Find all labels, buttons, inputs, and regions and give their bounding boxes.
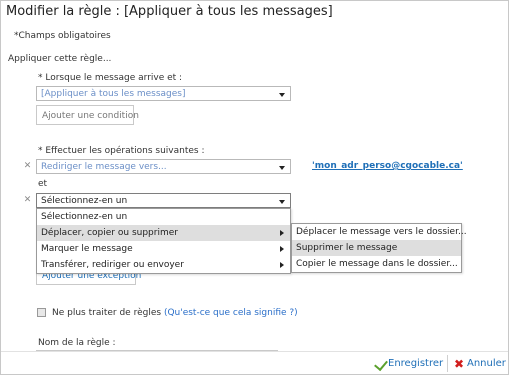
chevron-right-icon: [280, 230, 284, 236]
chevron-down-icon: [279, 166, 285, 170]
menu-item-mark-message[interactable]: Marquer le message: [37, 241, 290, 257]
chevron-right-icon: [280, 262, 284, 268]
action2-select[interactable]: Sélectionnez-en un: [36, 193, 291, 208]
add-condition-button[interactable]: Ajouter une condition: [36, 105, 139, 125]
condition-select-value: [Appliquer à tous les messages]: [41, 89, 186, 99]
menu-item-select-one[interactable]: Sélectionnez-en un: [37, 209, 290, 225]
footer-divider: [447, 355, 448, 372]
condition-label: * Lorsque le message arrive et :: [38, 73, 183, 83]
submenu-item-delete-message[interactable]: Supprimer le message: [292, 240, 461, 256]
submenu-item-move-to-folder[interactable]: Déplacer le message vers le dossier...: [292, 224, 467, 240]
check-icon: [374, 356, 388, 372]
action2-select-value: Sélectionnez-en un: [41, 196, 128, 206]
dialog-footer: Enregistrer ✖ Annuler: [1, 351, 508, 374]
remove-action-icon[interactable]: ✕: [23, 162, 32, 171]
menu-item-label: Marquer le message: [41, 244, 133, 254]
action-dropdown-menu: Sélectionnez-en un Déplacer, copier ou s…: [36, 208, 291, 274]
action1-select[interactable]: Rediriger le message vers...: [36, 159, 291, 174]
actions-label: * Effectuer les opérations suivantes :: [38, 146, 205, 156]
menu-item-label: Transférer, rediriger ou envoyer: [41, 260, 184, 270]
help-link[interactable]: (Qu'est-ce que cela signifie ?): [164, 308, 298, 318]
action1-select-value: Rediriger le message vers...: [41, 162, 167, 172]
cancel-icon: ✖: [454, 357, 465, 371]
dialog-title: Modifier la règle : [Appliquer à tous le…: [6, 4, 333, 19]
rule-dialog: Modifier la règle : [Appliquer à tous le…: [0, 0, 509, 375]
chevron-down-icon: [279, 200, 285, 204]
remove-action-icon[interactable]: ✕: [23, 196, 32, 205]
required-fields-note: *Champs obligatoires: [14, 31, 111, 41]
move-copy-delete-submenu: Déplacer le message vers le dossier... S…: [291, 223, 467, 273]
condition-select[interactable]: [Appliquer à tous les messages]: [36, 86, 291, 101]
submenu-item-copy-to-folder[interactable]: Copier le message dans le dossier...: [292, 256, 461, 272]
chevron-down-icon: [279, 93, 285, 97]
chevron-right-icon: [280, 246, 284, 252]
rule-name-label: Nom de la règle :: [38, 338, 116, 348]
menu-item-move-copy-delete[interactable]: Déplacer, copier ou supprimer: [37, 225, 290, 241]
apply-rule-heading: Appliquer cette règle...: [8, 54, 112, 64]
menu-item-forward-redirect-send[interactable]: Transférer, rediriger ou envoyer: [37, 257, 290, 273]
and-label: et: [38, 179, 48, 189]
menu-item-label: Déplacer, copier ou supprimer: [41, 228, 178, 238]
stop-processing-label: Ne plus traiter de règles (Qu'est-ce que…: [52, 308, 298, 318]
stop-processing-text: Ne plus traiter de règles: [52, 308, 162, 318]
cancel-button[interactable]: Annuler: [467, 358, 506, 369]
save-button[interactable]: Enregistrer: [388, 358, 443, 369]
stop-processing-checkbox[interactable]: [37, 308, 46, 317]
redirect-address-link[interactable]: 'mon_adr_perso@cgocable.ca': [312, 161, 463, 171]
